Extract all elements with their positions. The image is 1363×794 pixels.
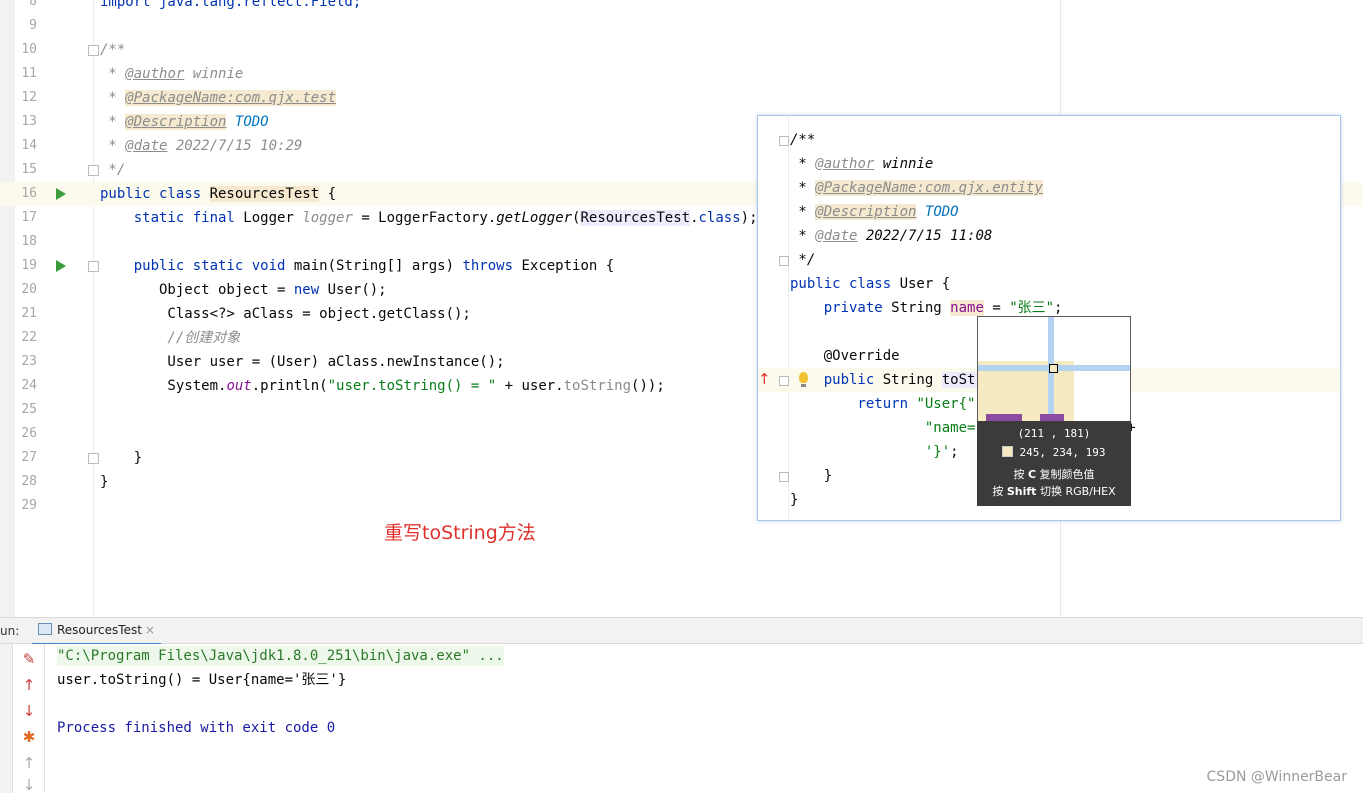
fold-marker-icon[interactable]	[88, 453, 99, 464]
code-text: System.out.println("user.toString() = " …	[100, 378, 665, 394]
line-number: 28	[21, 474, 37, 489]
code-text: * @author winnie	[100, 66, 244, 82]
console-command-line: "C:\Program Files\Java\jdk1.8.0_251\bin\…	[57, 646, 504, 666]
code-line: 12 * @PackageName:com.qjx.test	[0, 86, 1363, 110]
line-number: 9	[29, 18, 37, 33]
line-number: 22	[21, 330, 37, 345]
code-text: static final Logger logger = LoggerFacto…	[100, 210, 758, 226]
line-number: 14	[21, 138, 37, 153]
color-info-panel: (211 , 181) 245, 234, 193 按 C 复制颜色值 按 Sh…	[977, 421, 1131, 506]
code-text: User user = (User) aClass.newInstance();	[100, 354, 505, 370]
line-number: 20	[21, 282, 37, 297]
line-number: 19	[21, 258, 37, 273]
line-number: 8	[29, 0, 37, 9]
console-exit-line: Process finished with exit code 0	[57, 720, 336, 736]
annotation-note: 重写toString方法	[384, 522, 536, 544]
fold-marker-icon[interactable]	[779, 376, 789, 386]
line-number: 24	[21, 378, 37, 393]
watermark: CSDN @WinnerBear	[1206, 769, 1347, 785]
code-text: Object object = new User();	[100, 282, 387, 298]
line-number: 21	[21, 306, 37, 321]
fold-marker-icon[interactable]	[779, 472, 789, 482]
line-number: 11	[21, 66, 37, 81]
fold-marker-icon[interactable]	[88, 261, 99, 272]
fold-marker-icon[interactable]	[779, 256, 789, 266]
line-number: 23	[21, 354, 37, 369]
run-console[interactable]: ✎ ↑ ↓ ✱ ↑ ↓ "C:\Program Files\Java\jdk1.…	[0, 644, 1363, 794]
code-comment: //创建对象	[100, 330, 241, 346]
fold-marker-icon[interactable]	[88, 45, 99, 56]
console-left-toolbar	[0, 644, 13, 793]
line-number: 16	[21, 186, 37, 201]
run-gutter-icon[interactable]	[56, 188, 66, 200]
line-number: 18	[21, 234, 37, 249]
code-text: * @Description TODO	[100, 114, 269, 130]
run-label: un:	[0, 624, 20, 638]
popup-line: public class User {	[790, 276, 951, 292]
code-text: import java.lang.reflect.Field;	[100, 0, 362, 10]
popup-line: * @date 2022/7/15 11:08	[790, 228, 993, 244]
crosshair-cursor-icon	[1049, 364, 1058, 373]
popup-line: /**	[758, 128, 1340, 152]
line-number: 10	[21, 42, 37, 57]
popup-line: */	[758, 248, 1340, 272]
run-gutter-icon[interactable]	[56, 260, 66, 272]
pixel-coordinates: (211 , 181)	[1017, 427, 1091, 440]
line-number: 17	[21, 210, 37, 225]
line-number: 25	[21, 402, 37, 417]
console-output-line: user.toString() = User{name='张三'}	[57, 672, 347, 688]
code-line: 8 import java.lang.reflect.Field;	[0, 0, 1363, 14]
debug-bug-icon[interactable]: ✱	[20, 728, 38, 746]
code-text: * @date 2022/7/15 10:29	[100, 138, 303, 154]
code-line: 10 /**	[0, 38, 1363, 62]
line-number: 26	[21, 426, 37, 441]
popup-line: * @Description TODO	[790, 204, 959, 220]
fold-marker-icon[interactable]	[779, 136, 789, 146]
code-line: 11 * @author winnie	[0, 62, 1363, 86]
code-text: */	[100, 162, 126, 178]
scroll-up-icon[interactable]: ↑	[20, 754, 38, 772]
line-number: 13	[21, 114, 37, 129]
scroll-down-icon[interactable]: ↓	[20, 776, 38, 794]
magnifier-view	[977, 316, 1131, 422]
run-tool-window-header: un: ResourcesTest ×	[0, 617, 1363, 645]
code-text: Class<?> aClass = object.getClass();	[100, 306, 471, 322]
popup-line: * @PackageName:com.qjx.entity	[790, 180, 1043, 196]
toggle-format-hint: 按 Shift 切换 RGB/HEX	[992, 485, 1116, 498]
code-text: }	[100, 450, 143, 466]
code-text: public static void main(String[] args) t…	[100, 258, 615, 274]
override-arrow-icon[interactable]: ↑	[758, 369, 771, 389]
code-text: public class ResourcesTest {	[100, 186, 337, 202]
code-text: /**	[100, 42, 126, 58]
down-arrow-icon[interactable]: ↓	[20, 702, 38, 720]
line-number: 27	[21, 450, 37, 465]
rerun-icon[interactable]: ✎	[20, 650, 38, 668]
code-text: }	[100, 474, 109, 490]
popup-line: * @author winnie	[790, 156, 934, 172]
color-picker-magnifier: (211 , 181) 245, 234, 193 按 C 复制颜色值 按 Sh…	[977, 316, 1131, 506]
line-number: 15	[21, 162, 37, 177]
close-tab-icon[interactable]: ×	[145, 623, 155, 637]
rgb-value: 245, 234, 193	[1019, 446, 1106, 459]
copy-color-hint: 按 C 复制颜色值	[1013, 468, 1095, 481]
run-config-icon	[38, 623, 52, 635]
up-arrow-icon[interactable]: ↑	[20, 676, 38, 694]
code-line: 9	[0, 14, 1363, 38]
tab-resourcestest[interactable]: ResourcesTest ×	[32, 618, 161, 645]
fold-marker-icon[interactable]	[88, 165, 99, 176]
color-swatch	[1002, 446, 1014, 457]
line-number: 29	[21, 498, 37, 513]
line-number: 12	[21, 90, 37, 105]
code-text: * @PackageName:com.qjx.test	[100, 90, 337, 106]
